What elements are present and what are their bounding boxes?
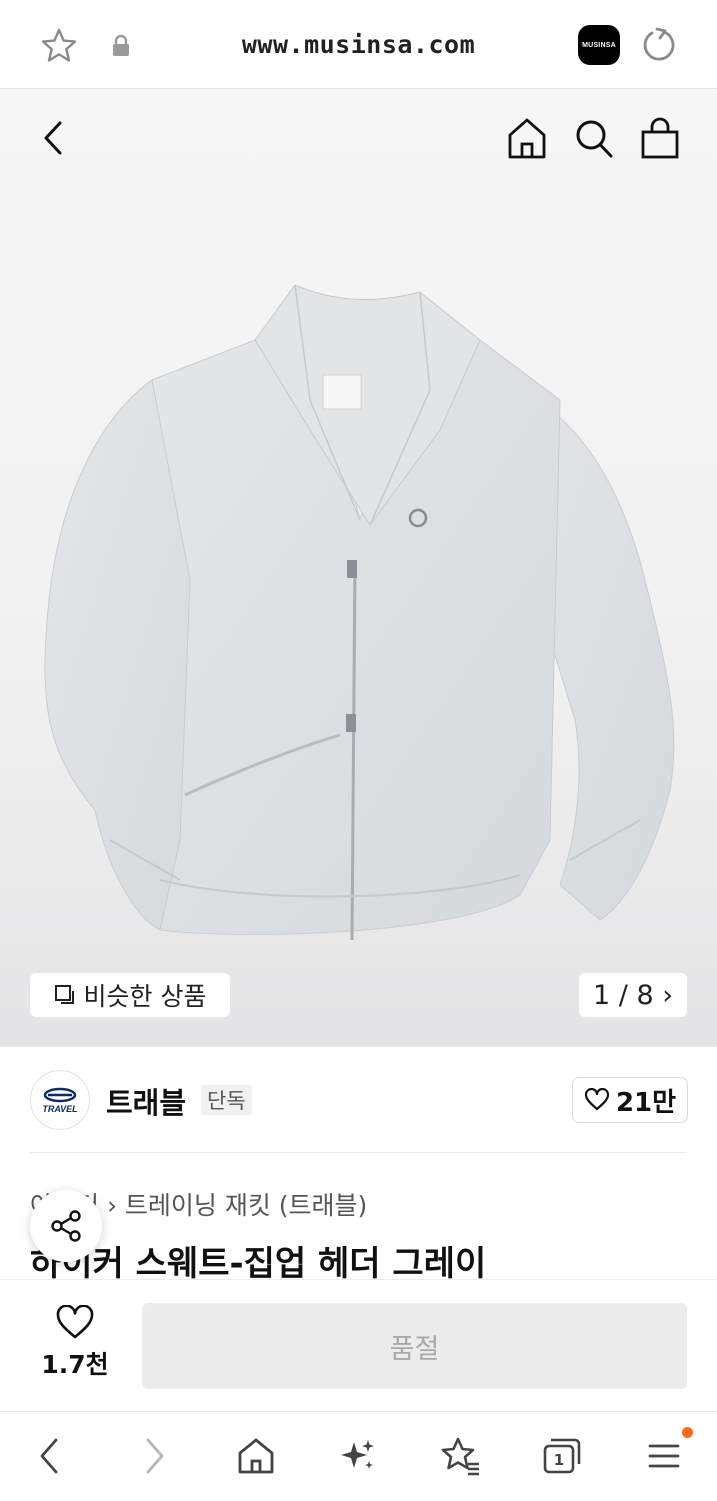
lock-icon: [110, 34, 132, 58]
similar-products-icon: [54, 985, 74, 1004]
tabs-count: 1: [554, 1451, 564, 1469]
image-page-counter[interactable]: 1 / 8 ›: [579, 973, 687, 1017]
search-icon[interactable]: [572, 115, 616, 161]
wishlist-count: 1.7천: [41, 1350, 109, 1379]
site-logo[interactable]: MUSINSA: [578, 25, 620, 65]
sold-out-button[interactable]: 품절: [142, 1303, 687, 1389]
brand-name[interactable]: 트래블: [106, 1080, 186, 1122]
sparkle-icon[interactable]: [336, 1434, 380, 1478]
nav-forward-icon[interactable]: [132, 1434, 176, 1478]
nav-home-icon[interactable]: [234, 1434, 278, 1478]
divider: [30, 1152, 687, 1153]
brand-like-button[interactable]: 21만: [572, 1077, 688, 1123]
brand-like-count: 21만: [615, 1087, 677, 1118]
brand-logo[interactable]: TRAVEL: [30, 1070, 90, 1130]
bookmarks-icon[interactable]: [438, 1434, 482, 1478]
heart-icon: [584, 1088, 610, 1111]
product-title: 하이커 스웨트-집업 헤더 그레이: [30, 1244, 487, 1284]
similar-products-label: 비슷한 상품: [83, 982, 207, 1011]
share-icon: [51, 1210, 81, 1242]
product-image[interactable]: [40, 280, 680, 950]
back-icon[interactable]: [38, 118, 72, 158]
heart-icon: [56, 1305, 94, 1339]
wishlist-button[interactable]: 1.7천: [30, 1305, 120, 1389]
exclusive-badge: 단독: [201, 1085, 252, 1115]
reload-icon[interactable]: [638, 26, 676, 64]
brand-logo-mark: [43, 1087, 77, 1102]
tabs-icon[interactable]: 1: [540, 1434, 584, 1478]
star-icon[interactable]: [40, 27, 78, 65]
similar-products-button[interactable]: 비슷한 상품: [30, 973, 230, 1017]
home-icon[interactable]: [505, 115, 549, 161]
nav-back-icon[interactable]: [28, 1434, 72, 1478]
notification-dot: [682, 1427, 693, 1438]
share-button[interactable]: [30, 1190, 102, 1262]
menu-icon[interactable]: [642, 1434, 686, 1478]
shopping-bag-icon[interactable]: [638, 115, 682, 161]
brand-logo-text: TRAVEL: [42, 1103, 78, 1114]
